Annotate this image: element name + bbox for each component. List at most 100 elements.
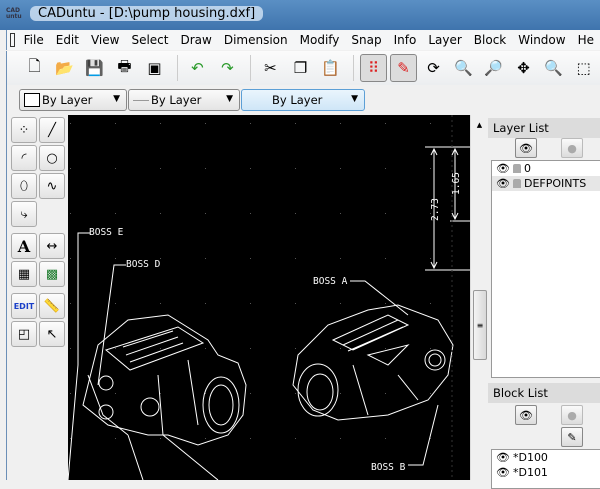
document-icon[interactable] xyxy=(10,33,15,47)
grid-dot xyxy=(115,393,116,394)
menu-modify[interactable]: Modify xyxy=(294,33,346,47)
show-all-blocks-button[interactable]: 👁 xyxy=(515,405,537,425)
menu-block[interactable]: Block xyxy=(468,33,512,47)
linetype-select[interactable]: By Layer ▼ xyxy=(128,89,240,111)
spline-icon: ∿ xyxy=(46,178,58,194)
grid-dot xyxy=(70,438,71,439)
points-tool-button[interactable]: ⁘ xyxy=(11,117,37,143)
layer-item-0[interactable]: 👁 0 xyxy=(492,161,600,176)
measure-tool-button[interactable]: 📏 xyxy=(39,293,65,319)
ellipse-tool-button[interactable]: ⬯ xyxy=(11,173,37,199)
redraw-button[interactable]: ⟳ xyxy=(420,54,447,82)
grid-dot xyxy=(385,213,386,214)
circle-tool-button[interactable]: ○ xyxy=(39,145,65,171)
grid-dot xyxy=(70,393,71,394)
linewidth-select[interactable]: By Layer ▼ xyxy=(241,89,365,111)
block-item[interactable]: 👁 *D100 xyxy=(492,450,600,465)
menu-dimension[interactable]: Dimension xyxy=(218,33,294,47)
menu-view[interactable]: View xyxy=(85,33,125,47)
menu-info[interactable]: Info xyxy=(388,33,423,47)
spline-tool-button[interactable]: ∿ xyxy=(39,173,65,199)
new-file-icon: 🗋 xyxy=(28,56,41,75)
dimension-icon: ↔ xyxy=(46,238,58,254)
print-preview-button[interactable]: ▣ xyxy=(141,54,168,82)
paste-button[interactable]: 📋 xyxy=(317,54,344,82)
grid-dot xyxy=(205,438,206,439)
zoom-pan-button[interactable]: ✥ xyxy=(510,54,537,82)
zoom-in-icon: 🔍 xyxy=(454,59,473,77)
zoom-window-button[interactable]: ⬚ xyxy=(570,54,597,82)
menu-he[interactable]: He xyxy=(572,33,600,47)
grid-dot xyxy=(340,348,341,349)
select-modify-tool-button[interactable]: ◰ xyxy=(11,321,37,347)
hide-all-blocks-button[interactable]: ● xyxy=(561,405,583,425)
line-tool-button[interactable]: ╱ xyxy=(39,117,65,143)
grid-dot xyxy=(250,258,251,259)
drawing-canvas[interactable]: BOSS E BOSS D BOSS A BOSS B 2.73 1.65 xyxy=(68,115,470,480)
eye-icon[interactable]: 👁 xyxy=(496,451,510,464)
image-icon: ▩ xyxy=(45,266,59,282)
menu-window[interactable]: Window xyxy=(512,33,571,47)
menu-layer[interactable]: Layer xyxy=(422,33,467,47)
edit-block-button[interactable]: ✎ xyxy=(561,427,583,447)
grid-dot xyxy=(385,393,386,394)
image-tool-button[interactable]: ▩ xyxy=(39,261,65,287)
block-item[interactable]: 👁 *D101 xyxy=(492,465,600,480)
menu-draw[interactable]: Draw xyxy=(175,33,218,47)
text-icon: A xyxy=(17,236,31,256)
arc-tool-button[interactable]: ◜ xyxy=(11,145,37,171)
undo-button[interactable]: ↶ xyxy=(184,54,211,82)
grid-dot xyxy=(430,348,431,349)
new-file-button[interactable]: 🗋 xyxy=(21,54,48,82)
copy-button[interactable]: ❐ xyxy=(287,54,314,82)
redo-button[interactable]: ↷ xyxy=(214,54,241,82)
grid-dot xyxy=(250,393,251,394)
draft-pen-button[interactable]: ✎ xyxy=(389,54,418,82)
eye-icon[interactable]: 👁 xyxy=(496,177,510,190)
zoom-out-icon: 🔎 xyxy=(484,59,503,77)
menu-snap[interactable]: Snap xyxy=(345,33,387,47)
save-button[interactable]: 💾 xyxy=(81,54,108,82)
zoom-in-button[interactable]: 🔍 xyxy=(450,54,477,82)
right-panel: Layer List 👁 ● 👁 0 👁 DEFPOINTS Block List … xyxy=(488,115,600,489)
menu-select[interactable]: Select xyxy=(125,33,174,47)
zoom-pan-icon: ✥ xyxy=(517,59,530,77)
grid-dot xyxy=(160,168,161,169)
eye-closed-icon: ● xyxy=(567,141,577,155)
eye-closed-icon: ● xyxy=(567,408,577,422)
hatch-tool-button[interactable]: ▦ xyxy=(11,261,37,287)
lock-icon[interactable] xyxy=(512,179,521,188)
dimension-tool-button[interactable]: ↔ xyxy=(39,233,65,259)
edit-tool-button[interactable]: EDIT xyxy=(11,293,37,319)
vertical-scrollbar[interactable]: ▲ ≡ xyxy=(470,115,488,480)
color-select[interactable]: By Layer ▼ xyxy=(19,89,127,111)
scroll-up-icon[interactable]: ▲ xyxy=(471,121,488,129)
grid-dot xyxy=(385,438,386,439)
layer-item-defpoints[interactable]: 👁 DEFPOINTS xyxy=(492,176,600,191)
grid-button[interactable]: ⠿ xyxy=(359,54,387,82)
grid-dot xyxy=(205,213,206,214)
leader-lines xyxy=(68,232,439,480)
cut-button[interactable]: ✂ xyxy=(257,54,284,82)
lock-icon[interactable] xyxy=(512,164,521,173)
print-button[interactable]: 🖶 xyxy=(111,54,138,82)
eye-icon[interactable]: 👁 xyxy=(496,162,510,175)
hide-all-layers-button[interactable]: ● xyxy=(561,138,583,158)
eye-icon[interactable]: 👁 xyxy=(496,466,510,479)
zoom-auto-button[interactable]: 🔍 xyxy=(540,54,567,82)
grid-dot xyxy=(250,168,251,169)
label-boss-d: BOSS D xyxy=(126,259,161,270)
open-folder-button[interactable]: 📂 xyxy=(51,54,78,82)
grid-dot xyxy=(160,393,161,394)
menu-file[interactable]: File xyxy=(18,33,50,47)
zoom-out-button[interactable]: 🔎 xyxy=(480,54,507,82)
show-all-layers-button[interactable]: 👁 xyxy=(515,138,537,158)
scroll-thumb[interactable]: ≡ xyxy=(473,290,487,360)
grid-dot xyxy=(115,213,116,214)
polyline-tool-button[interactable]: ⤷ xyxy=(11,201,37,227)
grid-dot xyxy=(430,168,431,169)
menu-edit[interactable]: Edit xyxy=(50,33,85,47)
text-tool-button[interactable]: A xyxy=(11,233,37,259)
circle-icon: ○ xyxy=(46,150,58,166)
select-pointer-tool-button[interactable]: ↖ xyxy=(39,321,65,347)
